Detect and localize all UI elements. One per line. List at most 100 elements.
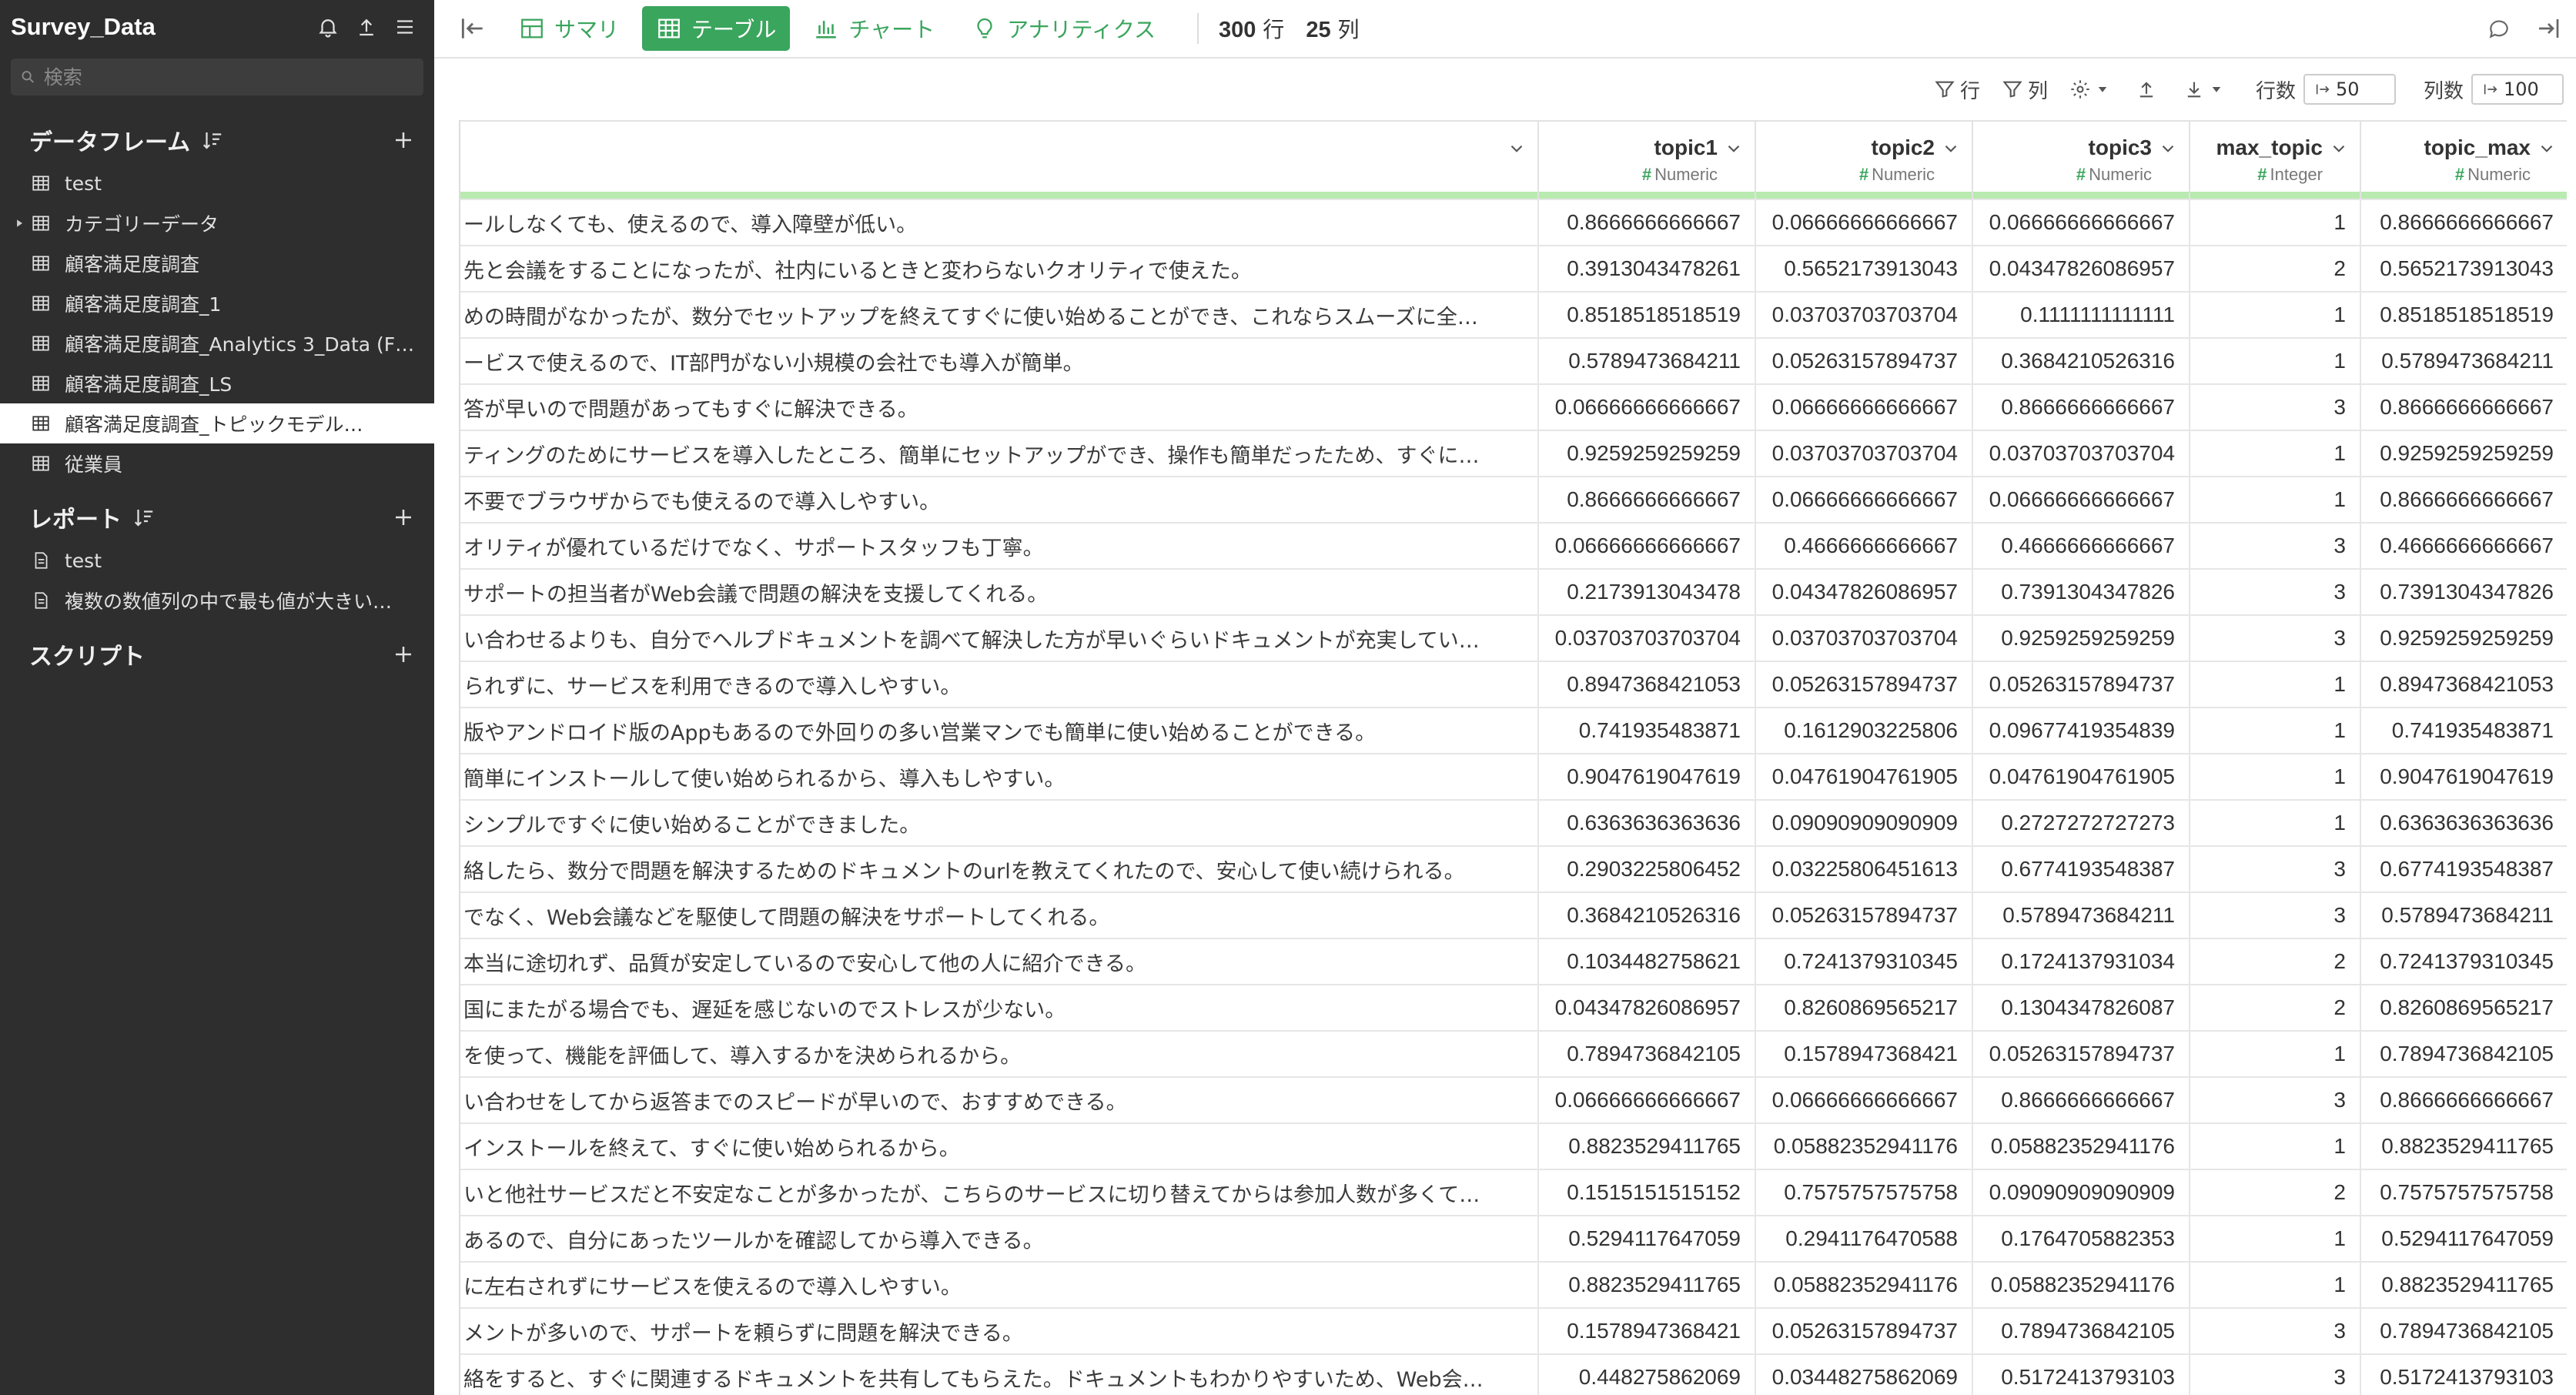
table-row[interactable]: メントが多いので、サポートを頼らずに問題を解決できる。 0.15789473684…: [460, 1308, 2567, 1355]
numeric-cell[interactable]: 2: [2190, 985, 2361, 1032]
dataframe-item[interactable]: 顧客満足度調査_トピックモデル…: [0, 403, 434, 443]
numeric-cell[interactable]: 0.04347826086957: [1972, 246, 2190, 293]
numeric-cell[interactable]: 0.1111111111111: [1972, 292, 2190, 339]
numeric-cell[interactable]: 0.9047619047619: [2360, 754, 2567, 801]
numeric-cell[interactable]: 0.8947368421053: [1538, 661, 1756, 708]
table-row[interactable]: 国にまたがる場合でも、遅延を感じないのでストレスが少ない。 0.043478260…: [460, 985, 2567, 1032]
numeric-cell[interactable]: 1: [2190, 708, 2361, 754]
table-row[interactable]: 不要でブラウザからでも使えるので導入しやすい。 0.8666666666667 0.…: [460, 477, 2567, 524]
dataframe-item[interactable]: 顧客満足度調査_Analytics 3_Data (F…: [0, 323, 434, 363]
chevron-down-icon[interactable]: [1941, 139, 1961, 159]
numeric-cell[interactable]: 0.7894736842105: [2360, 1308, 2567, 1355]
numeric-cell[interactable]: 0.8260869565217: [2360, 985, 2567, 1032]
dataframe-item[interactable]: test: [0, 163, 434, 203]
numeric-cell[interactable]: 0.7241379310345: [1755, 938, 1973, 985]
text-cell[interactable]: 絡をすると、すぐに関連するドキュメントを共有してもらえた。ドキュメントもわかりや…: [460, 1354, 1539, 1395]
numeric-cell[interactable]: 0.7575757575758: [2360, 1169, 2567, 1216]
numeric-cell[interactable]: 0.3913043478261: [1538, 246, 1756, 293]
numeric-cell[interactable]: 0.5789473684211: [1972, 892, 2190, 939]
text-cell[interactable]: 本当に途切れず、品質が安定しているので安心して他の人に紹介できる。: [460, 938, 1539, 985]
text-cell[interactable]: ールしなくても、使えるので、導入障壁が低い。: [460, 199, 1539, 246]
sidebar-search[interactable]: [11, 59, 423, 95]
upload-icon[interactable]: [348, 8, 385, 45]
data-table-container[interactable]: topic1 # Numeric topic2 # Numeric topic3 # Numer…: [459, 120, 2567, 1395]
text-cell[interactable]: いと他社サービスだと不安定なことが多かったが、こちらのサービスに切り替えてからは…: [460, 1169, 1539, 1216]
comment-button[interactable]: [2477, 7, 2521, 50]
report-item[interactable]: 複数の数値列の中で最も値が大きい…: [0, 580, 434, 621]
table-row[interactable]: 本当に途切れず、品質が安定しているので安心して他の人に紹介できる。 0.10344…: [460, 938, 2567, 985]
text-cell[interactable]: 答が早いので問題があってもすぐに解決できる。: [460, 384, 1539, 431]
numeric-cell[interactable]: 3: [2190, 846, 2361, 893]
table-row[interactable]: ティングのためにサービスを導入したところ、簡単にセットアップができ、操作も簡単だ…: [460, 430, 2567, 477]
numeric-cell[interactable]: 0.2941176470588: [1755, 1216, 1973, 1263]
numeric-cell[interactable]: 0.03703703703704: [1755, 430, 1973, 477]
numeric-cell[interactable]: 0.05263157894737: [1755, 338, 1973, 385]
numeric-cell[interactable]: 0.8260869565217: [1755, 985, 1973, 1032]
numeric-cell[interactable]: 0.03703703703704: [1538, 615, 1756, 662]
numeric-cell[interactable]: 0.8666666666667: [2360, 1077, 2567, 1124]
numeric-cell[interactable]: 0.2173913043478: [1538, 569, 1756, 616]
numeric-cell[interactable]: 0.1612903225806: [1755, 708, 1973, 754]
numeric-cell[interactable]: 0.8666666666667: [2360, 477, 2567, 524]
numeric-cell[interactable]: 0.05882352941176: [1755, 1123, 1973, 1170]
column-header[interactable]: max_topic # Integer: [2190, 120, 2361, 192]
numeric-cell[interactable]: 1: [2190, 1216, 2361, 1263]
chevron-down-icon[interactable]: [2329, 139, 2349, 159]
table-row[interactable]: い合わせるよりも、自分でヘルプドキュメントを調べて解決した方が早いぐらいドキュメ…: [460, 615, 2567, 662]
table-row[interactable]: めの時間がなかったが、数分でセットアップを終えてすぐに使い始めることができ、これ…: [460, 292, 2567, 339]
text-cell[interactable]: 簡単にインストールして使い始められるから、導入もしやすい。: [460, 754, 1539, 801]
table-row[interactable]: 先と会議をすることになったが、社内にいるときと変わらないクオリティで使えた。 0.…: [460, 246, 2567, 293]
numeric-cell[interactable]: 1: [2190, 477, 2361, 524]
settings-dropdown[interactable]: [2069, 79, 2114, 100]
numeric-cell[interactable]: 0.06666666666667: [1755, 477, 1973, 524]
numeric-cell[interactable]: 0.05263157894737: [1755, 892, 1973, 939]
numeric-cell[interactable]: 0.9259259259259: [2360, 615, 2567, 662]
expand-right-button[interactable]: [2527, 7, 2570, 50]
table-row[interactable]: ービスで使えるので、IT部門がない小規模の会社でも導入が簡単。 0.5789473…: [460, 338, 2567, 385]
numeric-cell[interactable]: 0.2903225806452: [1538, 846, 1756, 893]
dataframe-item[interactable]: 顧客満足度調査: [0, 243, 434, 283]
numeric-cell[interactable]: 1: [2190, 338, 2361, 385]
tab-chart[interactable]: チャート: [799, 6, 948, 51]
numeric-cell[interactable]: 0.06666666666667: [1755, 384, 1973, 431]
text-cell[interactable]: サポートの担当者がWeb会議で問題の解決を支援してくれる。: [460, 569, 1539, 616]
numeric-cell[interactable]: 0.06666666666667: [1755, 199, 1973, 246]
numeric-cell[interactable]: 1: [2190, 1031, 2361, 1078]
table-row[interactable]: いと他社サービスだと不安定なことが多かったが、こちらのサービスに切り替えてからは…: [460, 1169, 2567, 1216]
text-cell[interactable]: オリティが優れているだけでなく、サポートスタッフも丁寧。: [460, 523, 1539, 570]
numeric-cell[interactable]: 3: [2190, 1308, 2361, 1355]
numeric-cell[interactable]: 0.05263157894737: [1972, 661, 2190, 708]
numeric-cell[interactable]: 0.7575757575758: [1755, 1169, 1973, 1216]
numeric-cell[interactable]: 0.5172413793103: [2360, 1354, 2567, 1395]
table-row[interactable]: オリティが優れているだけでなく、サポートスタッフも丁寧。 0.0666666666…: [460, 523, 2567, 570]
caret-right-icon[interactable]: [14, 218, 25, 229]
numeric-cell[interactable]: 3: [2190, 523, 2361, 570]
add-report-button[interactable]: [390, 503, 417, 531]
text-cell[interactable]: ティングのためにサービスを導入したところ、簡単にセットアップができ、操作も簡単だ…: [460, 430, 1539, 477]
table-row[interactable]: 答が早いので問題があってもすぐに解決できる。 0.06666666666667 0.…: [460, 384, 2567, 431]
numeric-cell[interactable]: 0.03703703703704: [1755, 292, 1973, 339]
numeric-cell[interactable]: 0.3684210526316: [1972, 338, 2190, 385]
numeric-cell[interactable]: 0.741935483871: [1538, 708, 1756, 754]
numeric-cell[interactable]: 0.8823529411765: [2360, 1123, 2567, 1170]
dataframe-item[interactable]: カテゴリーデータ: [0, 203, 434, 243]
numeric-cell[interactable]: 1: [2190, 430, 2361, 477]
report-item[interactable]: test: [0, 540, 434, 580]
numeric-cell[interactable]: 0.7894736842105: [1972, 1308, 2190, 1355]
numeric-cell[interactable]: 0.4666666666667: [1755, 523, 1973, 570]
text-cell[interactable]: 先と会議をすることになったが、社内にいるときと変わらないクオリティで使えた。: [460, 246, 1539, 293]
project-name[interactable]: Survey_Data: [11, 13, 308, 41]
text-cell[interactable]: 版やアンドロイド版のAppもあるので外回りの多い営業マンでも簡単に使い始めること…: [460, 708, 1539, 754]
table-row[interactable]: ールしなくても、使えるので、導入障壁が低い。 0.8666666666667 0.0…: [460, 199, 2567, 246]
numeric-cell[interactable]: 0.7241379310345: [2360, 938, 2567, 985]
table-row[interactable]: サポートの担当者がWeb会議で問題の解決を支援してくれる。 0.217391304…: [460, 569, 2567, 616]
table-row[interactable]: に左右されずにサービスを使えるので導入しやすい。 0.8823529411765 0…: [460, 1262, 2567, 1309]
numeric-cell[interactable]: 0.8666666666667: [1972, 1077, 2190, 1124]
numeric-cell[interactable]: 3: [2190, 615, 2361, 662]
text-cell[interactable]: られずに、サービスを利用できるので導入しやすい。: [460, 661, 1539, 708]
text-cell[interactable]: インストールを終えて、すぐに使い始められるから。: [460, 1123, 1539, 1170]
add-script-button[interactable]: [390, 641, 417, 668]
column-header[interactable]: topic3 # Numeric: [1972, 120, 2190, 192]
table-row[interactable]: あるので、自分にあったツールかを確認してから導入できる。 0.5294117647…: [460, 1216, 2567, 1263]
numeric-cell[interactable]: 0.5652173913043: [1755, 246, 1973, 293]
